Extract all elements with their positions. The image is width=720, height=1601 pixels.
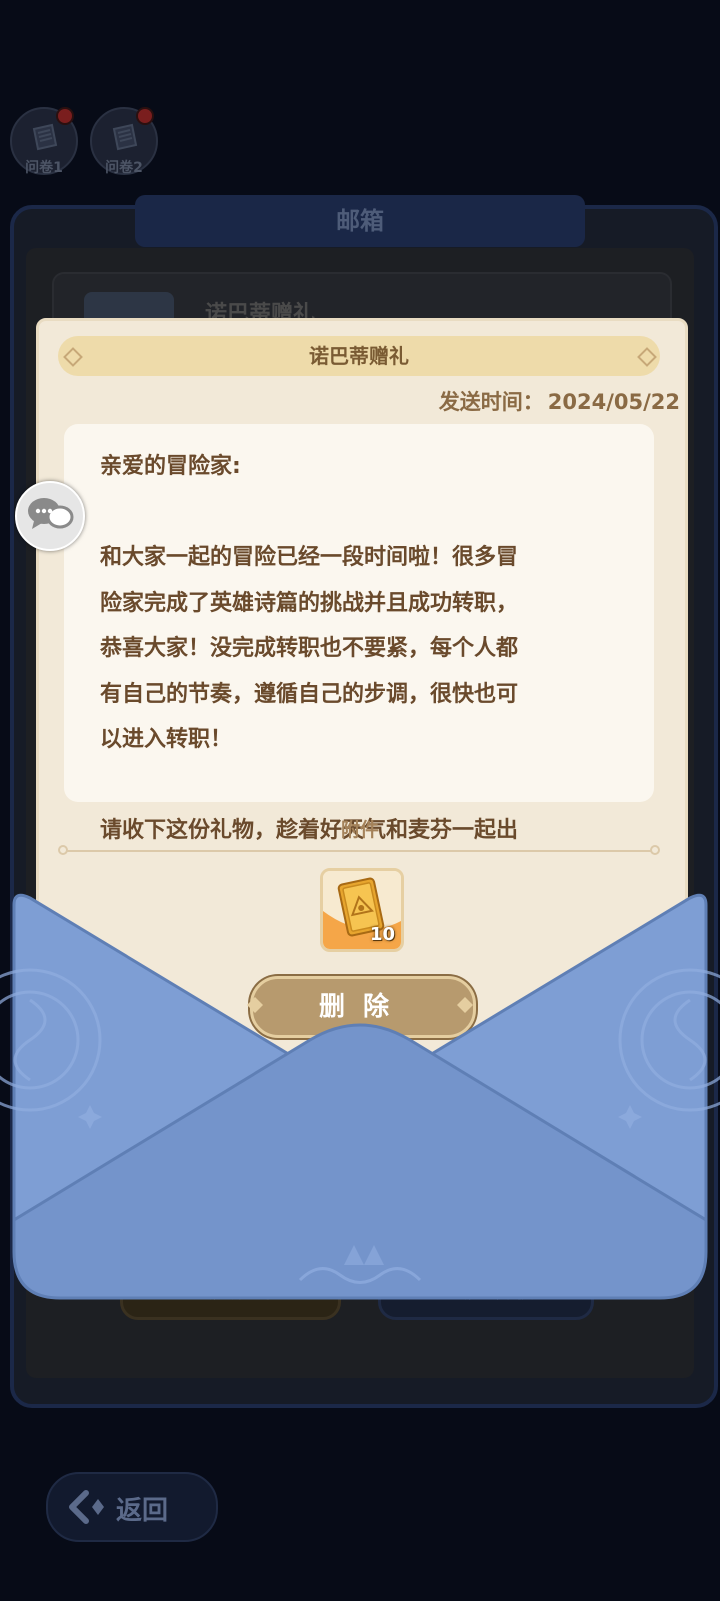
letter-line	[100, 490, 612, 536]
letter-body: 亲爱的冒险家: 和大家一起的冒险已经一段时间啦！很多冒 险家完成了英雄诗篇的挑战…	[100, 444, 612, 854]
divider	[66, 850, 656, 852]
letter-line: 以进入转职！	[100, 727, 233, 752]
letter-line: 亲爱的冒险家:	[100, 454, 241, 479]
send-time-label: 发送时间：	[438, 390, 544, 414]
envelope	[0, 893, 720, 1300]
send-time: 发送时间： 2024/05/22	[439, 386, 680, 416]
survey-2-button[interactable]: 问卷2	[90, 107, 158, 176]
letter-line	[100, 763, 612, 809]
scroll-icon	[32, 123, 58, 151]
divider-dot	[650, 845, 660, 855]
scroll-icon	[112, 123, 138, 151]
survey-2-label: 问卷2	[105, 160, 143, 176]
attachment-label: 附件	[340, 819, 379, 841]
back-button[interactable]: 返回	[46, 1472, 218, 1542]
survey-1-label: 问卷1	[25, 160, 63, 176]
back-label: 返回	[116, 1496, 169, 1526]
letter-line: 有自己的节奏，遵循自己的步调，很快也可	[100, 681, 519, 707]
notification-dot	[136, 107, 154, 125]
notification-dot	[56, 107, 74, 125]
divider-dot	[58, 845, 68, 855]
chat-button[interactable]	[15, 481, 85, 551]
back-arrow-icon	[69, 1490, 104, 1524]
letter-line: 险家完成了英雄诗篇的挑战并且成功转职，	[100, 590, 519, 616]
survey-1-button[interactable]: 问卷1	[10, 107, 78, 176]
send-time-value: 2024/05/22	[547, 390, 680, 414]
mailbox-title: 邮箱	[135, 195, 585, 247]
chat-bubbles-icon	[28, 498, 74, 529]
letter-line: 恭喜大家！没完成转职也不要紧，每个人都	[100, 636, 519, 661]
letter-line: 和大家一起的冒险已经一段时间啦！很多冒	[100, 545, 519, 570]
letter-title: 诺巴蒂赠礼	[58, 336, 660, 376]
